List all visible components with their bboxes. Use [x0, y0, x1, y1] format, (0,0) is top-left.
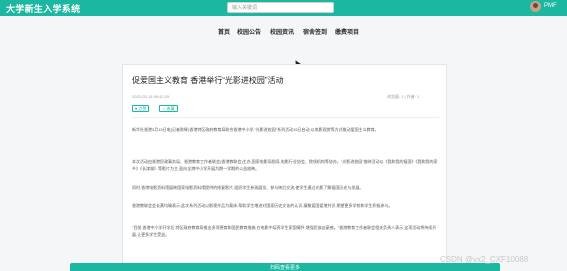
article-card: 促爱国主义教育 香港举行“光影进校园”活动 2022-03-15 09:42:2…	[122, 64, 447, 264]
bottom-bar[interactable]: 扫码查看更多	[70, 263, 500, 271]
watermark: CSDN @vx2_CXF10088	[440, 255, 529, 264]
like-label: 点赞	[138, 106, 147, 111]
article-views: 浏览量: 1 | 作者: 1	[387, 94, 420, 99]
top-bar: 大学新生入学系统 PMF	[0, 0, 567, 16]
article-paragraph: 香港教联会会长黄均瑜表示,此次系列活动以影视作品为载体,帮助学生增进对国家历史文…	[132, 203, 393, 208]
article-paragraph: 本次活动由香港民政事务局、香港教育工作者联会(香港教联会)主办,国家电影局指导,…	[132, 159, 438, 171]
article-paragraph: “目前,香港中小学开学后,特区政府教育局推出多项德育和国民教育措施,在电影中培养…	[132, 225, 437, 237]
like-button[interactable]: ♥点赞	[132, 105, 150, 112]
article-date: 2022-03-15 09:42:29	[132, 94, 170, 99]
article-paragraph: 新华社香港3月15日电(记者陈辉)香港特区政府教育局联合香港中小学,“光影进校园…	[132, 127, 379, 132]
favorite-button[interactable]: ☆收藏	[159, 105, 178, 112]
main-nav: 首页 校园公告 校园资讯 宿舍签到 缴费项目	[0, 24, 567, 40]
search-input[interactable]	[227, 2, 334, 13]
nav-item-payment[interactable]: 缴费项目	[335, 27, 359, 36]
avatar[interactable]	[530, 1, 541, 12]
nav-item-home[interactable]: 首页	[218, 27, 230, 36]
article-paragraph: 同时,香港电影资料馆展映国家电影资料馆提供的修复影片,组织学生参观展览、参与映后…	[132, 185, 364, 190]
star-icon: ☆	[162, 106, 166, 111]
nav-item-dorm-checkin[interactable]: 宿舍签到	[303, 27, 327, 36]
bottom-bar-label: 扫码查看更多	[269, 265, 300, 271]
favorite-label: 收藏	[166, 106, 175, 111]
nav-item-news[interactable]: 校园资讯	[270, 27, 294, 36]
nav-item-announcements[interactable]: 校园公告	[237, 27, 261, 36]
user-name[interactable]: PMF	[544, 3, 557, 9]
divider	[132, 117, 439, 118]
article-title: 促爱国主义教育 香港举行“光影进校园”活动	[132, 76, 284, 85]
app-title: 大学新生入学系统	[6, 4, 81, 14]
